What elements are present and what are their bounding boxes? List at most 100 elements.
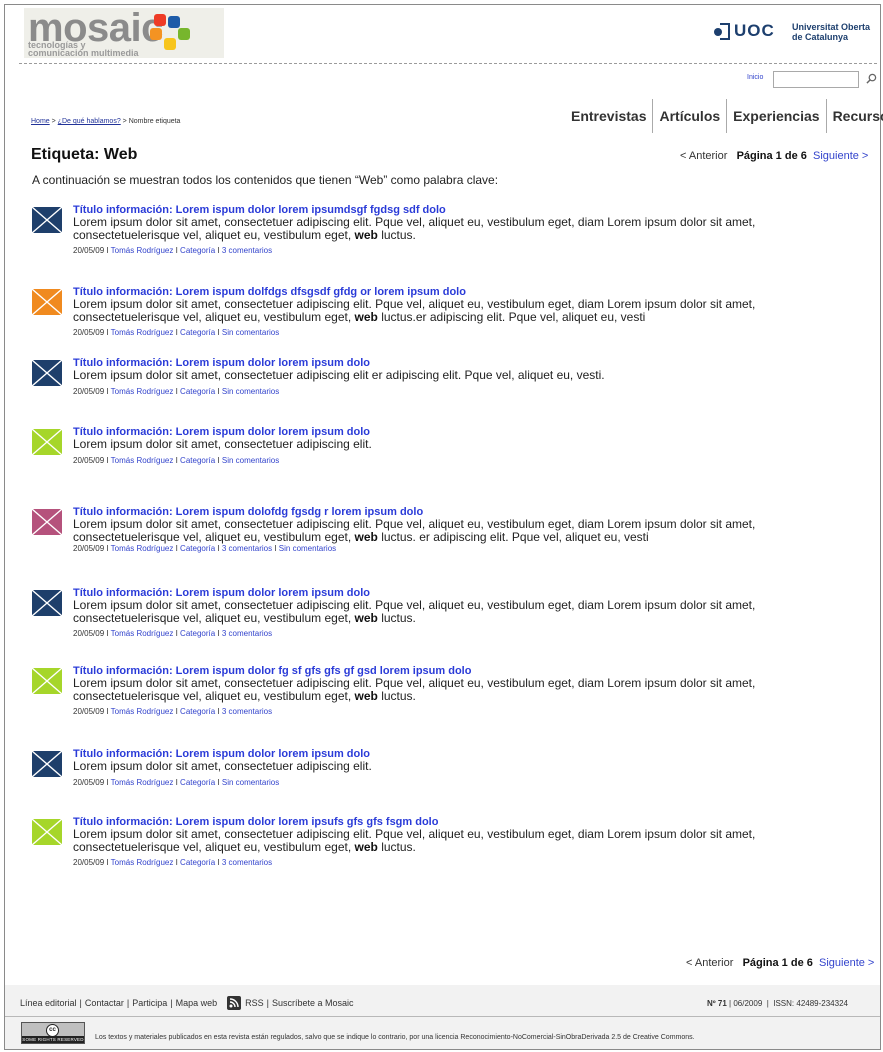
item-comments[interactable]: Sin comentarios	[222, 387, 279, 396]
mosaic-logo[interactable]: mosaic tecnologías y comunicación multim…	[24, 6, 224, 58]
cc-license-badge[interactable]: cc SOME RIGHTS RESERVED	[21, 1022, 85, 1044]
envelope-icon[interactable]	[31, 508, 63, 536]
nav-articulos[interactable]: Artículos	[652, 99, 726, 133]
envelope-graphic	[31, 508, 63, 536]
envelope-icon[interactable]	[31, 667, 63, 695]
item-comments[interactable]: 3 comentarios	[222, 629, 272, 638]
footer-link-participa[interactable]: Participa	[132, 998, 167, 1008]
item-comments[interactable]: Sin comentarios	[222, 328, 279, 337]
breadcrumb-section[interactable]: ¿De qué hablamos?	[58, 118, 121, 125]
item-comments[interactable]: 3 comentarios	[222, 707, 272, 716]
item-text-line2-post: luctus.	[377, 688, 416, 703]
item-comments[interactable]: Sin comentarios	[222, 456, 279, 465]
nav-entrevistas[interactable]: Entrevistas	[565, 99, 652, 133]
pager-prev[interactable]: < Anterior	[686, 957, 733, 969]
footer-link-linea[interactable]: Línea editorial	[20, 998, 77, 1008]
item-author[interactable]: Tomás Rodríguez	[111, 778, 174, 787]
item-date: 20/05/09	[73, 777, 105, 787]
issue-date: 06/2009	[733, 999, 763, 1008]
item-body: Título información: Lorem ispum dolor lo…	[73, 587, 851, 639]
envelope-icon[interactable]	[31, 589, 63, 617]
logo-tagline-2: comunicación multimedia	[28, 48, 139, 58]
item-category[interactable]: Categoría	[180, 456, 215, 465]
item-meta: 20/05/09 I Tomás Rodríguez I Categoría I…	[73, 246, 273, 255]
item-body: Título información: Lorem ispum dolor lo…	[73, 426, 851, 466]
item-category[interactable]: Categoría	[180, 778, 215, 787]
item-category[interactable]: Categoría	[180, 387, 215, 396]
item-body: Título información: Lorem ispum dolofdg …	[73, 506, 851, 554]
pager-status: Página 1 de 6	[736, 150, 807, 162]
item-text-line1: Lorem ipsum dolor sit amet, consectetuer…	[73, 437, 372, 451]
item-comments[interactable]: 3 comentarios	[222, 246, 272, 255]
item-comments[interactable]: 3 comentarios	[222, 858, 272, 867]
item-text-line1: Lorem ipsum dolor sit amet, consectetuer…	[73, 759, 372, 773]
issue-info: Nº 71 | 06/2009 | ISSN: 42489-234324	[707, 999, 848, 1008]
item-author[interactable]: Tomás Rodríguez	[111, 858, 174, 867]
item-author[interactable]: Tomás Rodríguez	[111, 629, 174, 638]
item-date: 20/05/09	[73, 455, 105, 465]
envelope-icon[interactable]	[31, 288, 63, 316]
item-category[interactable]: Categoría	[180, 544, 215, 553]
item-text: Lorem ipsum dolor sit amet, consectetuer…	[73, 216, 851, 241]
item-text-line2-pre: consectetuelerisque vel, aliquet eu, ves…	[73, 688, 355, 703]
uoc-fullname: Universitat Oberta de Catalunya	[792, 22, 882, 42]
subscribe-link[interactable]: Suscríbete a Mosaic	[272, 998, 354, 1008]
item-category[interactable]: Categoría	[180, 328, 215, 337]
search-input[interactable]	[773, 71, 859, 88]
uoc-wordmark: UOC	[734, 21, 775, 40]
footer-link-contactar[interactable]: Contactar	[85, 998, 124, 1008]
keyword-highlight: web	[354, 309, 378, 324]
item-body: Título información: Lorem ispum dolor lo…	[73, 204, 851, 256]
nav-experiencias[interactable]: Experiencias	[726, 99, 825, 133]
item-text-line2: consectetuelerisque vel, aliquet eu, ves…	[73, 688, 851, 703]
pager-status: Página 1 de 6	[742, 957, 813, 969]
logo-square-orange	[150, 28, 162, 40]
pager-bottom: < Anterior Página 1 de 6 Siguiente >	[686, 957, 874, 969]
item-meta: 20/05/09 I Tomás Rodríguez I Categoría I…	[73, 328, 280, 337]
envelope-graphic	[31, 206, 63, 234]
item-author[interactable]: Tomás Rodríguez	[111, 456, 174, 465]
item-category[interactable]: Categoría	[180, 629, 215, 638]
footer-link-mapa[interactable]: Mapa web	[176, 998, 218, 1008]
rss-link[interactable]: RSS	[245, 998, 264, 1008]
footer-links: Línea editorial | Contactar | Participa | M…	[20, 996, 354, 1010]
envelope-icon[interactable]	[31, 750, 63, 778]
item-comments-2[interactable]: Sin comentarios	[279, 544, 336, 553]
envelope-icon[interactable]	[31, 359, 63, 387]
envelope-icon[interactable]	[31, 818, 63, 846]
nav-recursos[interactable]: Recursos	[825, 99, 883, 133]
breadcrumb-home[interactable]: Home	[31, 118, 50, 125]
rss-icon[interactable]	[227, 996, 242, 1010]
item-author[interactable]: Tomás Rodríguez	[111, 544, 174, 553]
envelope-icon[interactable]	[31, 428, 63, 456]
item-text-line2-pre: consectetuelerisque vel, aliquet eu, ves…	[73, 227, 355, 242]
envelope-graphic	[31, 818, 63, 846]
magnifier-icon[interactable]	[866, 73, 877, 84]
item-author[interactable]: Tomás Rodríguez	[111, 387, 174, 396]
item-meta: 20/05/09 I Tomás Rodríguez I Categoría I…	[73, 544, 337, 553]
inicio-link[interactable]: Inicio	[747, 74, 763, 81]
item-author[interactable]: Tomás Rodríguez	[111, 246, 174, 255]
item-text-line2: consectetuelerisque vel, aliquet eu, ves…	[73, 227, 851, 242]
pager-next[interactable]: Siguiente >	[819, 957, 874, 969]
envelope-icon[interactable]	[31, 206, 63, 234]
item-category[interactable]: Categoría	[180, 858, 215, 867]
item-text: Lorem ipsum dolor sit amet, consectetuer…	[73, 438, 851, 451]
item-category[interactable]: Categoría	[180, 246, 215, 255]
item-meta: 20/05/09 I Tomás Rodríguez I Categoría I…	[73, 386, 280, 396]
item-meta: 20/05/09 I Tomás Rodríguez I Categoría I…	[73, 777, 280, 787]
footer-sep: |	[126, 998, 130, 1008]
pager-prev[interactable]: < Anterior	[680, 150, 727, 162]
item-comments[interactable]: Sin comentarios	[222, 778, 279, 787]
pager-next[interactable]: Siguiente >	[813, 150, 868, 162]
item-meta: 20/05/09 I Tomás Rodríguez I Categoría I…	[73, 455, 280, 465]
logo-square-yellow	[164, 38, 176, 50]
header-divider	[19, 63, 877, 64]
issn: ISSN: 42489-234324	[773, 999, 848, 1008]
item-text-line2: consectetuelerisque vel, aliquet eu, ves…	[73, 840, 851, 854]
item-category[interactable]: Categoría	[180, 707, 215, 716]
item-author[interactable]: Tomás Rodríguez	[111, 707, 174, 716]
item-author[interactable]: Tomás Rodríguez	[111, 328, 174, 337]
item-comments[interactable]: 3 comentarios	[222, 544, 272, 553]
license-text: Los textos y materiales publicados en es…	[95, 1034, 695, 1041]
